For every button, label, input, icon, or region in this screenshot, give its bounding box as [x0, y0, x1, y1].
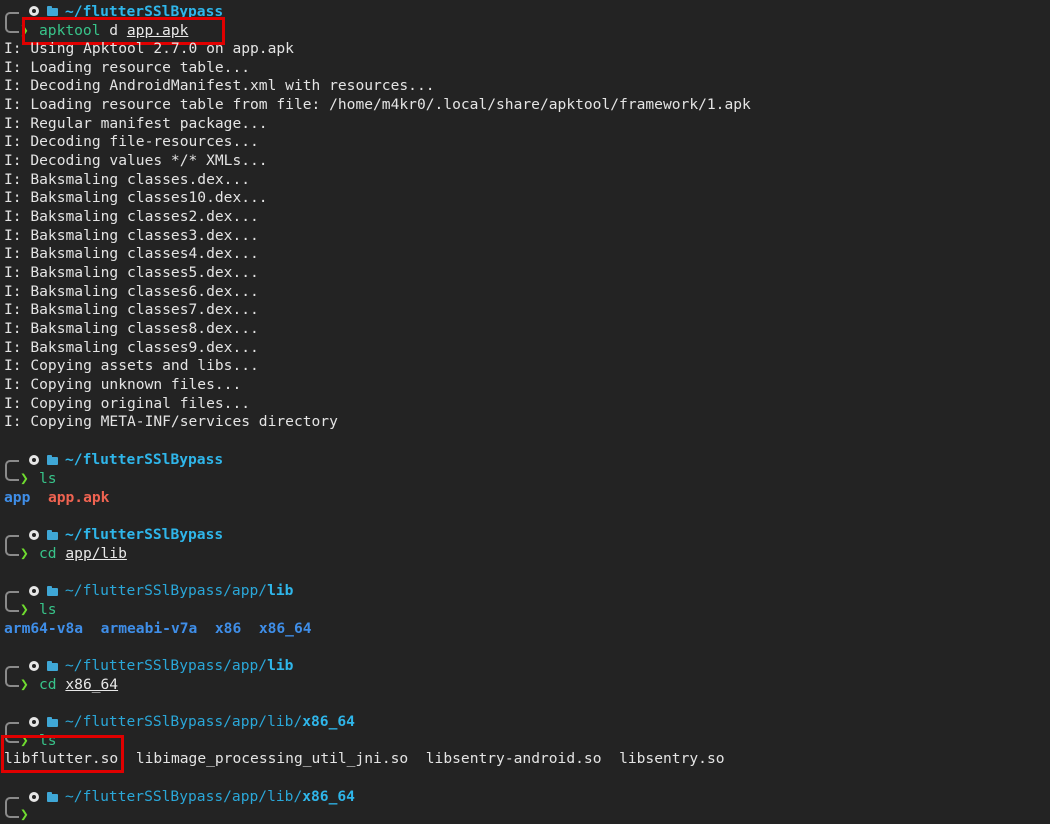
command-line[interactable]: cd x86_64	[39, 675, 118, 694]
prompt-arrow: ❯	[20, 806, 29, 823]
output-line: I: Baksmaling classes3.dex...	[4, 227, 259, 244]
linux-icon	[29, 586, 39, 596]
output-line: I: Baksmaling classes10.dex...	[4, 189, 268, 206]
linux-icon	[29, 792, 39, 802]
command-line[interactable]: ls	[39, 600, 57, 619]
dir-entry: arm64-v8a	[4, 620, 84, 637]
linux-icon	[29, 717, 39, 727]
prompt-corner	[5, 470, 19, 481]
output-line: I: Baksmaling classes7.dex...	[4, 301, 259, 318]
prompt-corner	[5, 22, 19, 33]
apk-entry: app.apk	[47, 489, 110, 506]
prompt-path: ~/flutterSSlBypass/app/lib/x86_64	[65, 788, 355, 805]
file-entry: libsentry.so	[619, 750, 725, 767]
dir-entry: x86	[214, 620, 242, 637]
prompt-path: ~/flutterSSlBypass/app/lib	[65, 582, 294, 599]
output-line: I: Baksmaling classes6.dex...	[4, 283, 259, 300]
file-entry: libimage_processing_util_jni.so	[135, 750, 409, 767]
linux-icon	[29, 530, 39, 540]
prompt-corner	[5, 545, 19, 556]
dir-entry: app	[4, 489, 31, 506]
output-line: I: Copying unknown files...	[4, 376, 242, 393]
folder-icon	[47, 530, 58, 540]
prompt-path: ~/flutterSSlBypass/app/lib/x86_64	[65, 713, 355, 730]
folder-icon	[47, 586, 58, 596]
output-line: I: Baksmaling classes4.dex...	[4, 245, 259, 262]
prompt-arrow: ❯	[20, 470, 29, 487]
output-line: I: Copying META-INF/services directory	[4, 413, 338, 430]
ls-output-2: arm64-v8a armeabi-v7a x86 x86_64	[4, 619, 312, 638]
prompt-corner	[5, 601, 19, 612]
output-line: I: Baksmaling classes5.dex...	[4, 264, 259, 281]
folder-icon	[47, 717, 58, 727]
output-line: I: Copying assets and libs...	[4, 357, 259, 374]
prompt-path: ~/flutterSSlBypass	[65, 526, 224, 543]
output-line: I: Using Apktool 2.7.0 on app.apk	[4, 40, 294, 57]
linux-icon	[29, 661, 39, 671]
dir-entry: x86_64	[258, 620, 312, 637]
output-line: I: Baksmaling classes9.dex...	[4, 339, 259, 356]
output-line: I: Decoding values */* XMLs...	[4, 152, 268, 169]
dir-entry: armeabi-v7a	[100, 620, 198, 637]
output-line: I: Decoding AndroidManifest.xml with res…	[4, 77, 435, 94]
linux-icon	[29, 455, 39, 465]
prompt-arrow: ❯	[20, 676, 29, 693]
prompt-path: ~/flutterSSlBypass	[65, 451, 224, 468]
output-line: I: Regular manifest package...	[4, 115, 268, 132]
output-line: I: Baksmaling classes.dex...	[4, 171, 251, 188]
command-line[interactable]: cd app/lib	[39, 544, 127, 563]
folder-icon	[47, 792, 58, 802]
file-entry: libsentry-android.so	[425, 750, 602, 767]
prompt-corner	[5, 807, 19, 818]
output-line: I: Loading resource table...	[4, 59, 251, 76]
output-line: I: Loading resource table from file: /ho…	[4, 96, 751, 113]
ls-output-1: app app.apk	[4, 488, 109, 507]
command-line[interactable]: ls	[39, 469, 57, 488]
linux-icon	[29, 6, 39, 16]
folder-icon	[47, 6, 58, 16]
folder-icon	[47, 455, 58, 465]
prompt-path: ~/flutterSSlBypass/app/lib	[65, 657, 294, 674]
prompt-arrow: ❯	[20, 601, 29, 618]
prompt-corner	[5, 676, 19, 687]
folder-icon	[47, 661, 58, 671]
prompt-arrow: ❯	[20, 545, 29, 562]
output-line: I: Baksmaling classes8.dex...	[4, 320, 259, 337]
output-line: I: Baksmaling classes2.dex...	[4, 208, 259, 225]
highlight-box-libflutter	[1, 735, 124, 773]
output-line: I: Copying original files...	[4, 395, 251, 412]
output-line: I: Decoding file-resources...	[4, 133, 259, 150]
